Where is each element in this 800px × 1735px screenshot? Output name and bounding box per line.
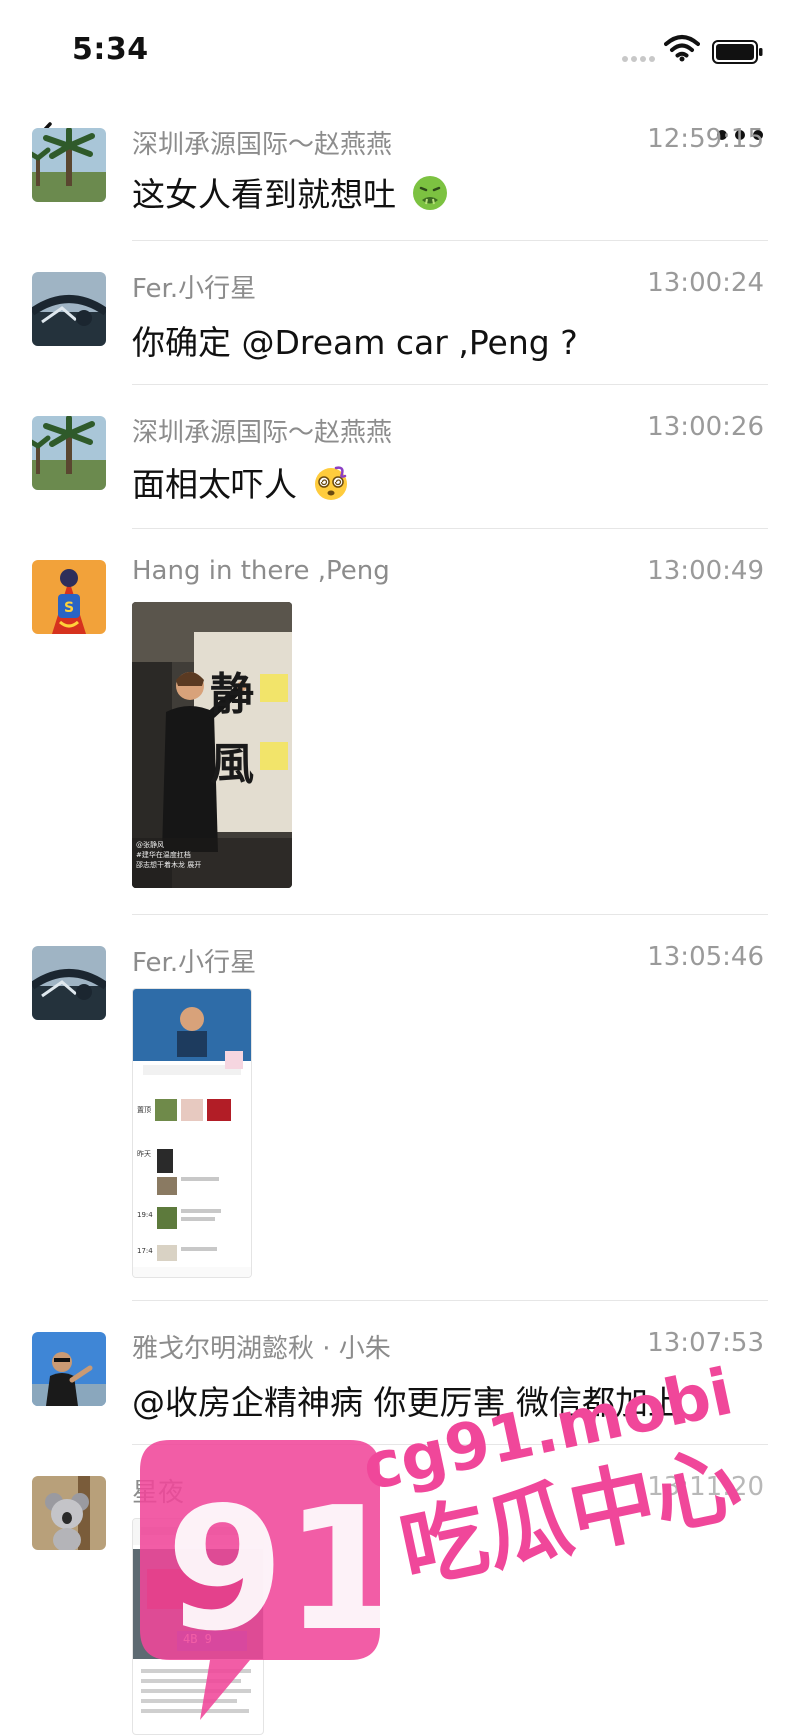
message-divider [132, 914, 768, 915]
message-row[interactable]: Fer.小行星 13:05:46 置顶 昨天 19:4 17:4 [0, 938, 800, 1298]
message-text-content: 面相太吓人 [132, 465, 297, 504]
video-thumbnail[interactable]: 静風 @张静风 #建华在温度扛档 邵志想干着木龙 展开 [132, 602, 292, 888]
sender-name[interactable]: Fer.小行星 [132, 268, 256, 305]
message-row[interactable]: 深圳承源国际～赵燕燕 13:00:26 面相太吓人 [0, 408, 800, 528]
status-time: 5:34 [72, 32, 149, 67]
message-time: 12:59:15 [647, 124, 764, 154]
sender-name[interactable]: Hang in there ,Peng [132, 556, 390, 586]
thumbnail-label: 19:4 [137, 1211, 153, 1219]
message-time: 13:00:49 [647, 556, 764, 586]
avatar-palm-trees[interactable] [32, 416, 106, 490]
sender-name[interactable]: 雅戈尔明湖懿秋 · 小朱 [132, 1328, 391, 1365]
avatar-palm-trees[interactable] [32, 128, 106, 202]
message-row[interactable]: 雅戈尔明湖懿秋 · 小朱 13:07:53 @收房企精神病 你更厉害 微信都加上 [0, 1324, 800, 1444]
avatar-superhero-cartoon[interactable]: S [32, 560, 106, 634]
message-time: 13:07:53 [647, 1328, 764, 1358]
sender-name[interactable]: 深圳承源国际～赵燕燕 [132, 124, 392, 161]
battery-icon [712, 40, 763, 64]
message-divider [132, 528, 768, 529]
video-caption-line: 邵志想干着木龙 展开 [136, 861, 202, 869]
screenshot-thumbnail[interactable]: 置顶 昨天 19:4 17:4 [132, 988, 252, 1278]
avatar-car-interior[interactable] [32, 946, 106, 1020]
message-row[interactable]: S Hang in there ,Peng 13:00:49 静風 @张静风 #… [0, 552, 800, 912]
sender-name[interactable]: 星夜 [132, 1472, 184, 1509]
sender-name[interactable]: 深圳承源国际～赵燕燕 [132, 412, 392, 449]
thumbnail-label: 置顶 [137, 1106, 151, 1114]
license-plate-text: 4B 9 [183, 1632, 212, 1646]
avatar-koala[interactable] [32, 1476, 106, 1550]
message-time: 13:00:26 [647, 412, 764, 442]
message-row[interactable]: Fer.小行星 13:00:24 你确定 @Dream car ,Peng ? [0, 264, 800, 384]
sender-name[interactable]: Fer.小行星 [132, 942, 256, 979]
message-time: 13:05:46 [647, 942, 764, 972]
message-row[interactable]: 星夜 13:11:20 4B 9 [0, 1468, 800, 1735]
avatar-man-outdoors[interactable] [32, 1332, 106, 1406]
svg-text:S: S [64, 600, 74, 616]
nauseated-face-icon [412, 176, 447, 210]
message-divider [132, 1444, 768, 1445]
video-caption: @张静风 #建华在温度扛档 邵志想干着木龙 展开 [136, 840, 286, 870]
calligraphy-text: 静風 [210, 669, 254, 790]
cellular-signal-icon [622, 56, 655, 62]
message-time: 13:11:20 [647, 1472, 764, 1502]
video-caption-line: #建华在温度扛档 [136, 851, 191, 859]
status-bar: 5:34 [0, 0, 800, 98]
thumbnail-label: 昨天 [137, 1150, 151, 1158]
message-text: 你确定 @Dream car ,Peng ? [132, 323, 578, 362]
message-divider [132, 384, 768, 385]
message-text: 面相太吓人 [132, 458, 350, 506]
wifi-icon [664, 35, 700, 62]
thumbnail-label: 17:4 [137, 1247, 153, 1255]
message-text: 这女人看到就想吐 [132, 168, 449, 216]
message-divider [132, 240, 768, 241]
avatar-car-interior[interactable] [32, 272, 106, 346]
message-text: @收房企精神病 你更厉害 微信都加上 [132, 1383, 681, 1422]
message-time: 13:00:24 [647, 268, 764, 298]
screenshot-thumbnail[interactable]: 4B 9 [132, 1518, 264, 1735]
message-text-content: 这女人看到就想吐 [132, 175, 396, 214]
message-row[interactable]: 深圳承源国际～赵燕燕 12:59:15 这女人看到就想吐 [0, 120, 800, 240]
message-divider [132, 1300, 768, 1301]
video-caption-line: @张静风 [136, 841, 164, 849]
dizzy-face-icon [314, 466, 347, 500]
